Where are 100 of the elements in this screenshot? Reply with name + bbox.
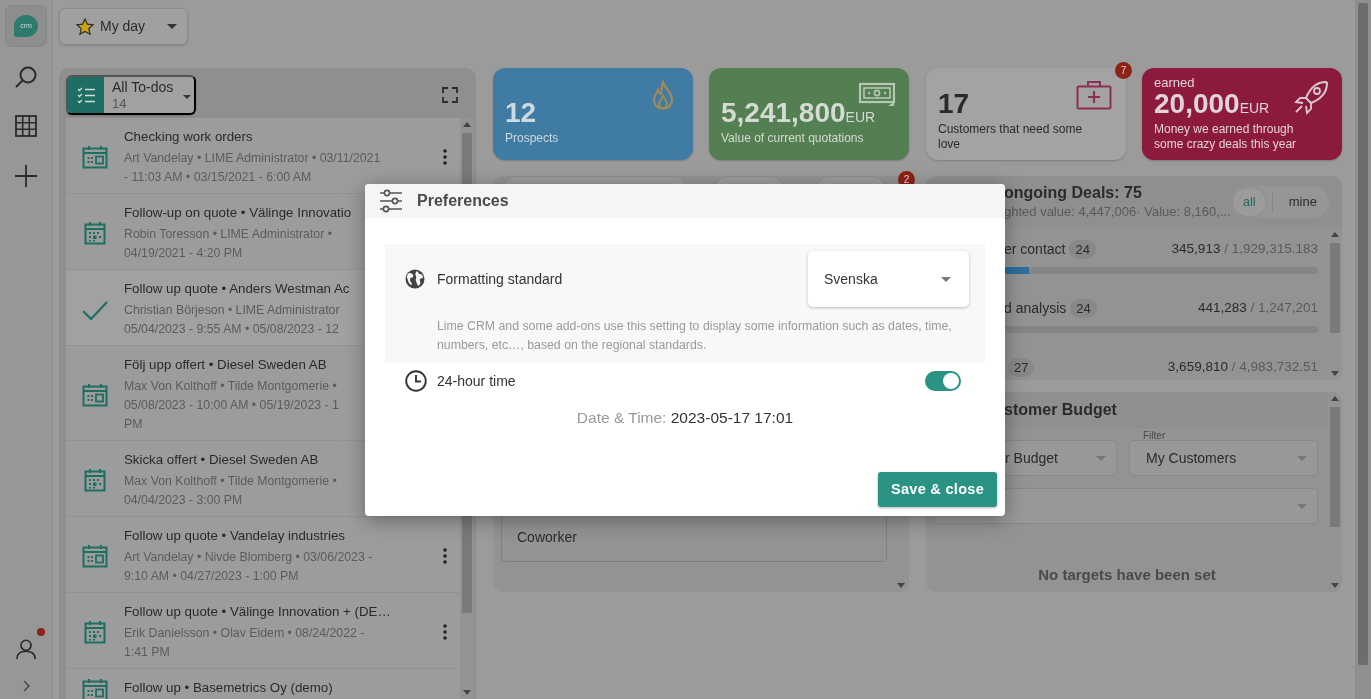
empty-message: No targets have been set xyxy=(1037,564,1217,585)
todo-details: 04/04/2023 - 3:00 PM xyxy=(124,492,243,509)
todo-details: 05/04/2023 - 9:55 AM • 05/08/2023 - 12 xyxy=(124,321,339,338)
toggle-switch[interactable] xyxy=(925,371,961,391)
more-icon[interactable] xyxy=(443,548,447,564)
todo-details: Art Vandelay • Nivde Blomberg • 03/06/2023 - xyxy=(124,549,373,566)
stat-card[interactable]: earned 20,000EUR Money we earned through some crazy deals this year xyxy=(1142,68,1342,160)
todo-details: 05/08/2023 - 10:00 AM • 05/19/2023 - 1 xyxy=(124,397,339,414)
stage-count: 27 xyxy=(1008,357,1035,377)
expand-icon[interactable] xyxy=(442,87,458,103)
todo-details: Christian Börjeson • LIME Administrator xyxy=(124,302,340,319)
stage-value: 441,283 / 1,247,201 xyxy=(1197,298,1318,317)
chevron-icon[interactable] xyxy=(21,680,31,692)
scroll-up-icon[interactable] xyxy=(1331,232,1339,237)
stat-value: 20,000EUR xyxy=(1154,90,1270,118)
calendar-icon xyxy=(82,678,108,699)
scroll-up-icon[interactable] xyxy=(1331,396,1339,401)
add-icon[interactable] xyxy=(14,164,38,188)
date-time-text: Date & Time: 2023-05-17 17:01 xyxy=(575,408,795,428)
todo-details: PM xyxy=(124,416,143,433)
star-icon xyxy=(76,17,94,36)
panel-title: stomer Budget xyxy=(1004,400,1117,420)
checklist-icon xyxy=(76,85,96,105)
todo-details: Max Von Kolthoff • Tilde Montgomerie • xyxy=(124,378,337,395)
caret-icon xyxy=(1096,455,1106,461)
scope-toggle[interactable]: mine xyxy=(1278,188,1327,216)
search-icon[interactable] xyxy=(14,65,38,89)
clock-icon xyxy=(405,370,427,392)
caret-icon xyxy=(941,276,951,282)
scrollbar-thumb[interactable] xyxy=(1330,243,1340,333)
medical-kit-icon xyxy=(1076,80,1112,110)
stat-label: Prospects xyxy=(505,131,560,146)
todo-title: Follow-up on quote • Välinge Innovatio xyxy=(124,204,352,222)
todo-details: - 11:03 AM • 03/15/2021 - 6:00 AM xyxy=(124,169,312,186)
calendar-icon xyxy=(84,620,106,644)
todo-item[interactable]: Follow up quote • Vandelay industries Art Vandelay • Nivde Blomberg • 03/06/2023 - 9:10 AM • 04/27/2023 - 1:00 PM xyxy=(66,517,460,593)
stage-count: 24 xyxy=(1070,298,1097,318)
todo-details: Art Vandelay • LIME Administrator • 03/11/2021 xyxy=(124,150,381,167)
stat-label: Money we earned through some crazy deals this year xyxy=(1154,122,1298,152)
stage-value: 345,913 / 1,929,315.183 xyxy=(1171,239,1318,258)
todo-item[interactable]: Follow up • Basemetrics Oy (demo) xyxy=(66,669,460,699)
todo-title: Follow up quote • Välinge Innovation + (DE… xyxy=(124,603,391,621)
todo-details: Robin Toresson • LIME Administrator • xyxy=(124,226,332,243)
todo-title: Följ upp offert • Diesel Sweden AB xyxy=(124,356,327,374)
caret-icon xyxy=(167,24,177,29)
scroll-down-icon[interactable] xyxy=(1331,583,1339,588)
globe-icon xyxy=(405,269,425,289)
stage-name: d analysis xyxy=(1004,299,1067,316)
scrollbar-thumb[interactable] xyxy=(1330,407,1340,527)
caret-icon xyxy=(183,95,191,99)
stat-value: 5,241,800EUR xyxy=(721,99,876,127)
panel-title: ongoing Deals: 75 xyxy=(1004,183,1143,203)
rocket-icon xyxy=(1292,80,1328,116)
scroll-down-icon[interactable] xyxy=(463,690,471,695)
list-selector[interactable]: All To-dos 14 xyxy=(66,75,196,115)
stat-label: Customers that need some love xyxy=(938,122,1084,152)
stat-value: 12 xyxy=(505,99,537,127)
stage-name: er contact xyxy=(1004,240,1066,257)
todo-item[interactable]: Follow up quote • Välinge Innovation + (DE… Erik Danielsson • Olav Eidem • 08/24/2022 - 1:41 PM xyxy=(66,593,460,669)
calendar-icon xyxy=(82,544,108,568)
todo-details: 04/19/2021 - 4:20 PM xyxy=(124,245,243,262)
scrollbar-thumb[interactable] xyxy=(1358,3,1368,665)
count-badge: 7 xyxy=(1115,62,1132,79)
view-selector[interactable]: My day xyxy=(59,8,188,45)
sliders-icon xyxy=(379,189,403,213)
calendar-icon xyxy=(84,468,106,492)
todo-title: Follow up • Basemetrics Oy (demo) xyxy=(124,679,333,697)
stat-card[interactable]: 5,241,800EUR Value of current quotations xyxy=(709,68,909,160)
filter-select[interactable]: My Customers xyxy=(1129,440,1318,476)
save-button[interactable]: Save & close xyxy=(878,472,997,507)
stat-value: 17 xyxy=(938,90,970,118)
todo-title: Checking work orders xyxy=(124,128,253,146)
type-select[interactable]: r Budget xyxy=(1002,440,1117,476)
stage-value: 3,659,810 / 4,983,732.51 xyxy=(1167,357,1318,376)
user-icon[interactable] xyxy=(15,637,37,661)
scroll-up-icon[interactable] xyxy=(463,122,471,127)
grid-icon[interactable] xyxy=(14,114,38,138)
format-select[interactable]: Svenska xyxy=(808,251,969,307)
stat-caption: earned xyxy=(1154,76,1196,90)
todo-title: Follow up quote • Anders Westman Ac xyxy=(124,280,350,298)
todo-details: 9:10 AM • 04/27/2023 - 1:00 PM xyxy=(124,568,299,585)
calendar-icon xyxy=(82,145,108,169)
todo-details: Max Von Kolthoff • Tilde Montgomerie • xyxy=(124,473,337,490)
todo-title: Skicka offert • Diesel Sweden AB xyxy=(124,451,319,469)
calendar-icon xyxy=(82,382,108,407)
calendar-icon xyxy=(84,221,106,245)
caret-icon xyxy=(1297,455,1307,461)
caret-icon xyxy=(1297,503,1307,509)
banknote-icon xyxy=(859,80,895,108)
todo-item[interactable]: Checking work orders Art Vandelay • LIME Administrator • 03/11/2021 - 11:03 AM • 03/15/2021 - 6:00 AM xyxy=(66,118,460,194)
scroll-down-icon[interactable] xyxy=(897,583,905,588)
stat-label: Value of current quotations xyxy=(721,131,865,146)
todo-details: 1:41 PM xyxy=(124,644,170,661)
stat-card[interactable]: 12 Prospects xyxy=(493,68,693,160)
scroll-down-icon[interactable] xyxy=(1331,371,1339,376)
field-label: Filter xyxy=(1143,429,1166,443)
todo-title: Follow up quote • Vandelay industries xyxy=(124,527,345,545)
more-icon[interactable] xyxy=(443,149,447,165)
more-icon[interactable] xyxy=(443,624,447,640)
stage-count: 24 xyxy=(1069,239,1096,259)
